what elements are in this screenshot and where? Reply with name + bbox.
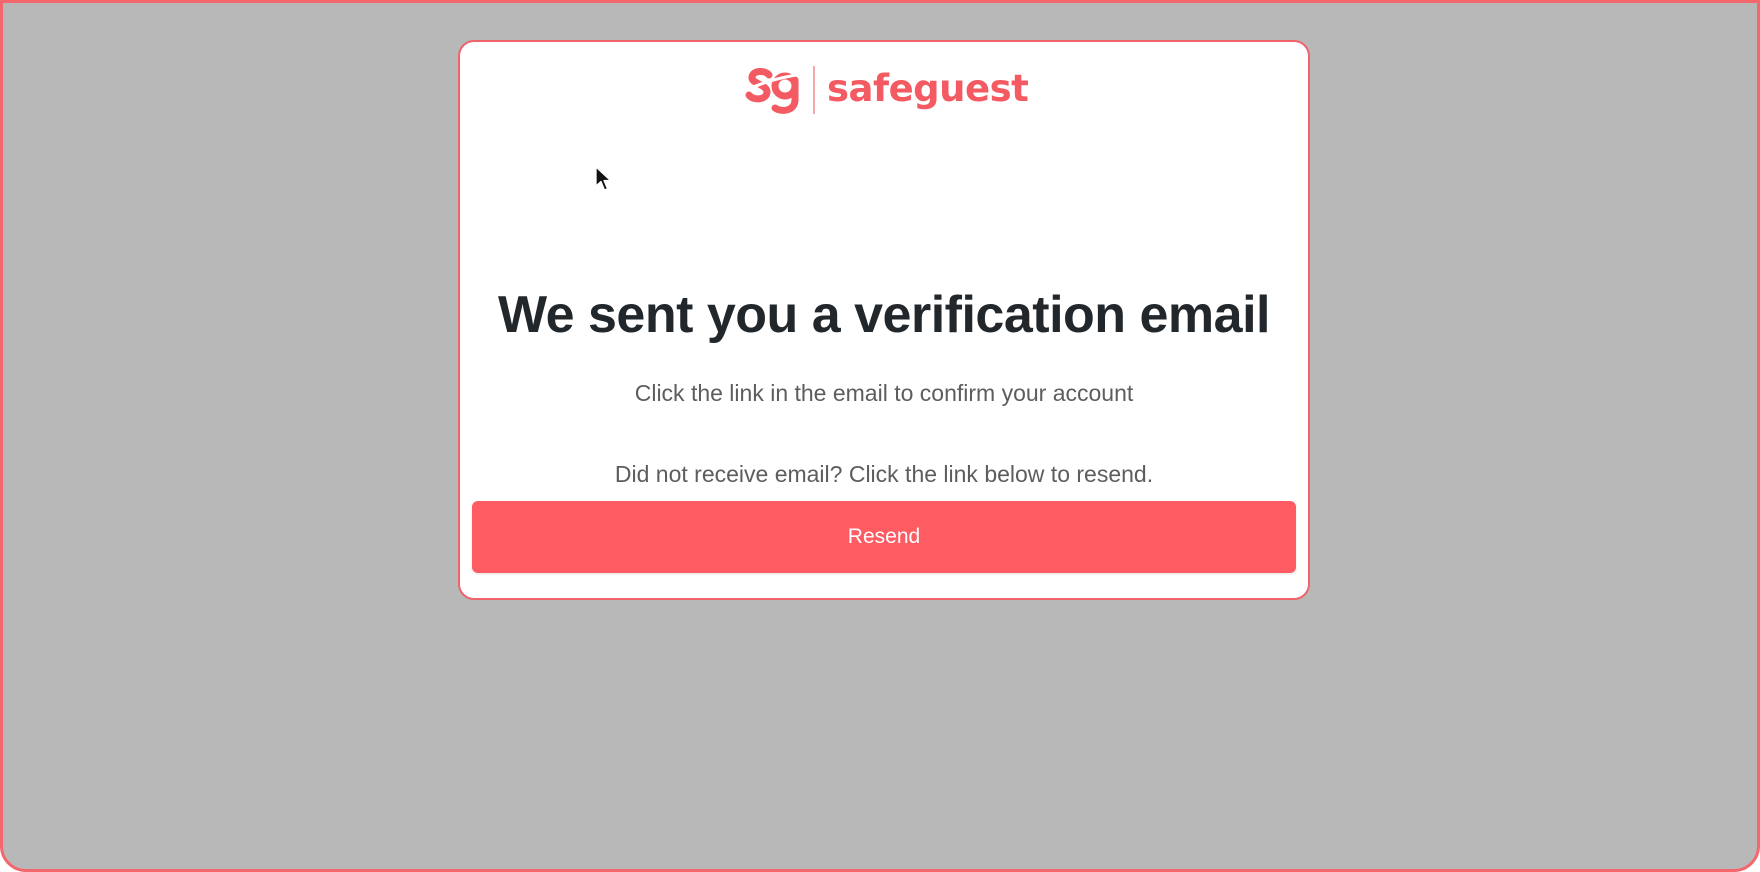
brand-name: safeguest xyxy=(827,66,1029,110)
resend-button[interactable]: Resend xyxy=(472,501,1296,573)
mouse-pointer-icon xyxy=(595,166,612,191)
app-window: safeguest We sent you a verification ema… xyxy=(0,0,1760,872)
logo-divider xyxy=(813,66,815,114)
verification-dialog: safeguest We sent you a verification ema… xyxy=(458,40,1310,600)
sg-monogram-icon xyxy=(745,68,803,114)
page-title: We sent you a verification email xyxy=(498,286,1270,344)
resend-hint: Did not receive email? Click the link be… xyxy=(614,461,1154,487)
confirmation-instructions: Click the link in the email to confirm y… xyxy=(634,380,1134,406)
brand-logo: safeguest xyxy=(745,60,1029,120)
